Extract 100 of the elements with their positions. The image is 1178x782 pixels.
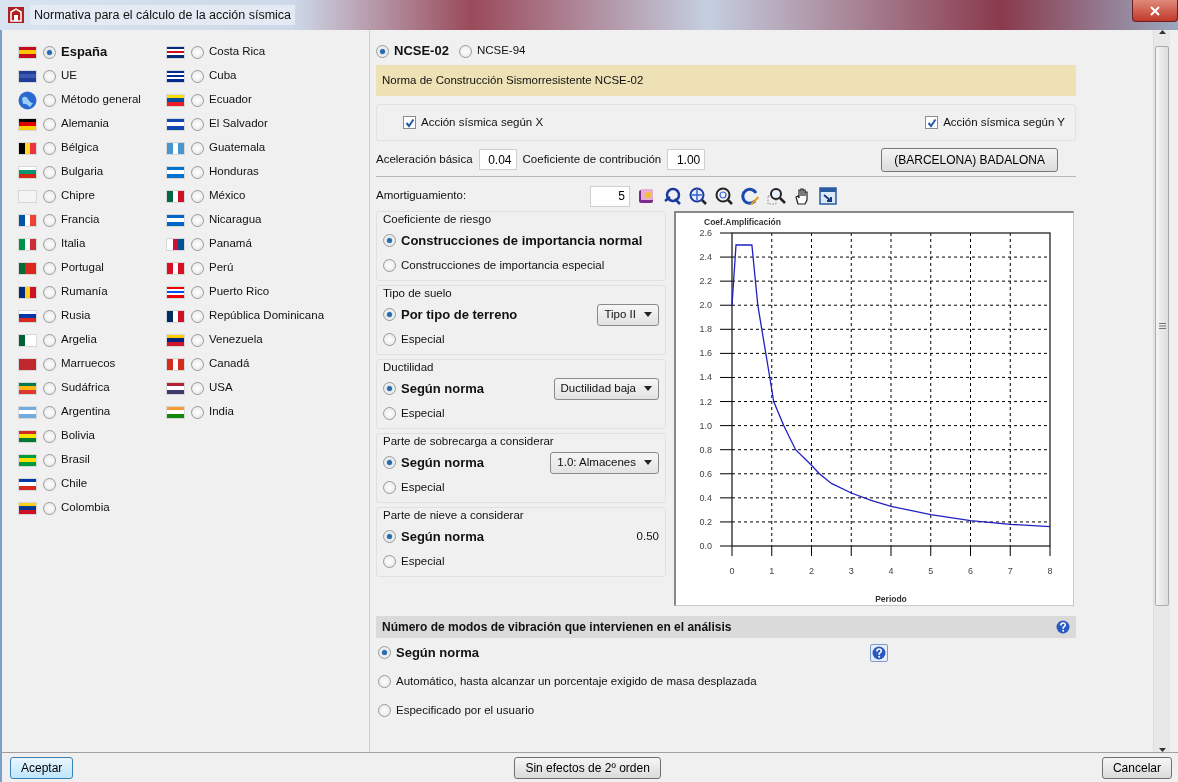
option-radio[interactable]: Construcciones de importancia especial xyxy=(383,256,605,275)
export-icon[interactable] xyxy=(819,186,838,206)
axis-title: Coef.Amplificación xyxy=(704,217,781,227)
flag-icon xyxy=(18,237,37,251)
flag-icon xyxy=(18,141,37,155)
tick-label: 2 xyxy=(809,566,814,576)
zoom-reset-icon[interactable] xyxy=(663,186,682,206)
flag-icon xyxy=(18,189,37,203)
book-icon[interactable] xyxy=(637,186,656,206)
check-icon xyxy=(404,117,415,128)
group-title: Tipo de suelo xyxy=(383,286,453,301)
mode-radio[interactable]: Automático, hasta alcanzar un porcentaje exigido de masa desplazada xyxy=(378,672,757,691)
axis-title: Periodo xyxy=(875,594,907,604)
country-radio[interactable]: Alemania xyxy=(43,115,109,133)
contribution-label: Coeficiente de contribución xyxy=(522,151,662,167)
country-radio[interactable]: Guatemala xyxy=(191,139,266,157)
mode-radio[interactable]: Según norma xyxy=(378,642,480,663)
country-radio[interactable]: Cuba xyxy=(191,67,237,85)
zoom-extents-icon[interactable] xyxy=(689,186,708,206)
flag-icon xyxy=(166,405,185,419)
flag-icon xyxy=(18,285,37,299)
country-radio[interactable]: Colombia xyxy=(43,499,110,517)
norm-radio[interactable]: NCSE-02 xyxy=(376,41,449,61)
country-radio[interactable]: Método general xyxy=(43,91,141,109)
norm-banner: Norma de Construcción Sismorresistente NCSE-02 xyxy=(376,65,1076,96)
country-radio[interactable]: Portugal xyxy=(43,259,104,277)
country-radio[interactable]: Perú xyxy=(191,259,234,277)
country-radio[interactable]: UE xyxy=(43,67,77,85)
refresh-pencil-icon[interactable] xyxy=(741,186,760,206)
country-radio[interactable]: Bulgaria xyxy=(43,163,104,181)
cancel-button[interactable]: Cancelar xyxy=(1101,756,1172,779)
option-radio[interactable]: Construcciones de importancia normal xyxy=(383,230,643,251)
scroll-down-icon[interactable] xyxy=(1158,748,1166,752)
option-radio[interactable]: Según norma xyxy=(383,452,485,473)
country-radio[interactable]: Venezuela xyxy=(191,331,263,349)
dropdown[interactable]: Ductilidad baja xyxy=(553,377,659,400)
zoom-out-icon[interactable] xyxy=(715,186,734,206)
tick-label: 1.2 xyxy=(699,396,712,407)
flag-icon xyxy=(18,45,37,59)
country-radio[interactable]: Argelia xyxy=(43,331,97,349)
country-radio[interactable]: Panamá xyxy=(191,235,252,253)
option-radio[interactable]: Por tipo de terreno xyxy=(383,304,518,325)
country-radio[interactable]: India xyxy=(191,403,234,421)
country-radio[interactable]: Nicaragua xyxy=(191,211,262,229)
country-radio[interactable]: Rumanía xyxy=(43,283,108,301)
flag-icon xyxy=(166,117,185,131)
country-radio[interactable]: USA xyxy=(191,379,233,397)
scrollbar[interactable] xyxy=(1153,30,1170,752)
option-radio[interactable]: Especial xyxy=(383,478,445,497)
help-button[interactable] xyxy=(870,643,888,662)
contribution-field[interactable]: 1.00 xyxy=(667,149,706,170)
seismic-x-checkbox[interactable]: Acción sísmica según X xyxy=(403,113,544,132)
acceleration-field[interactable]: 0.04 xyxy=(478,149,517,170)
country-radio[interactable]: Italia xyxy=(43,235,86,253)
flag-icon xyxy=(18,309,37,323)
scroll-thumb[interactable] xyxy=(1155,46,1169,606)
country-radio[interactable]: Bolivia xyxy=(43,427,95,445)
country-radio[interactable]: Ecuador xyxy=(191,91,252,109)
flag-icon xyxy=(166,45,185,59)
mode-radio[interactable]: Especificado por el usuario xyxy=(378,701,535,720)
location-button[interactable]: (BARCELONA) BADALONA xyxy=(881,147,1058,172)
country-radio[interactable]: Puerto Rico xyxy=(191,283,270,301)
country-radio[interactable]: Rusia xyxy=(43,307,91,325)
dropdown[interactable]: 1.0: Almacenes xyxy=(550,451,659,474)
zoom-window-icon[interactable] xyxy=(767,186,786,206)
dropdown[interactable]: Tipo II xyxy=(597,303,659,326)
country-radio[interactable]: Bélgica xyxy=(43,139,99,157)
option-radio[interactable]: Especial xyxy=(383,330,445,349)
country-radio[interactable]: Chile xyxy=(43,475,88,493)
help-icon[interactable] xyxy=(1056,620,1070,634)
second-order-button[interactable]: Sin efectos de 2º orden xyxy=(514,756,661,779)
option-radio[interactable]: Especial xyxy=(383,552,445,571)
option-radio[interactable]: Especial xyxy=(383,404,445,423)
country-radio[interactable]: España xyxy=(43,42,108,62)
country-radio[interactable]: Chipre xyxy=(43,187,95,205)
country-radio[interactable]: República Dominicana xyxy=(191,307,325,325)
country-radio[interactable]: Honduras xyxy=(191,163,259,181)
country-radio[interactable]: Canadá xyxy=(191,355,250,373)
tick-label: 1.4 xyxy=(699,372,712,383)
accept-button[interactable]: Aceptar xyxy=(10,756,74,779)
norm-radio[interactable]: NCSE-94 xyxy=(458,42,526,60)
option-radio[interactable]: Según norma xyxy=(383,526,485,547)
group-title: Parte de sobrecarga a considerar xyxy=(383,434,555,449)
seismic-y-checkbox[interactable]: Acción sísmica según Y xyxy=(925,113,1065,132)
flag-icon xyxy=(18,333,37,347)
tick-label: 0.4 xyxy=(699,492,712,503)
country-radio[interactable]: Brasil xyxy=(43,451,90,469)
country-radio[interactable]: Argentina xyxy=(43,403,111,421)
close-button[interactable] xyxy=(1132,0,1178,22)
country-radio[interactable]: Marruecos xyxy=(43,355,116,373)
country-radio[interactable]: México xyxy=(191,187,246,205)
damping-field[interactable]: 5 xyxy=(590,185,630,207)
tick-label: 7 xyxy=(1007,566,1013,576)
tick-label: 6 xyxy=(968,566,973,576)
country-radio[interactable]: Costa Rica xyxy=(191,43,266,61)
tick-label: 2.0 xyxy=(699,300,712,311)
option-radio[interactable]: Según norma xyxy=(383,378,485,399)
country-radio[interactable]: Sudáfrica xyxy=(43,379,110,397)
country-radio[interactable]: Francia xyxy=(43,211,100,229)
country-radio[interactable]: El Salvador xyxy=(191,115,268,133)
